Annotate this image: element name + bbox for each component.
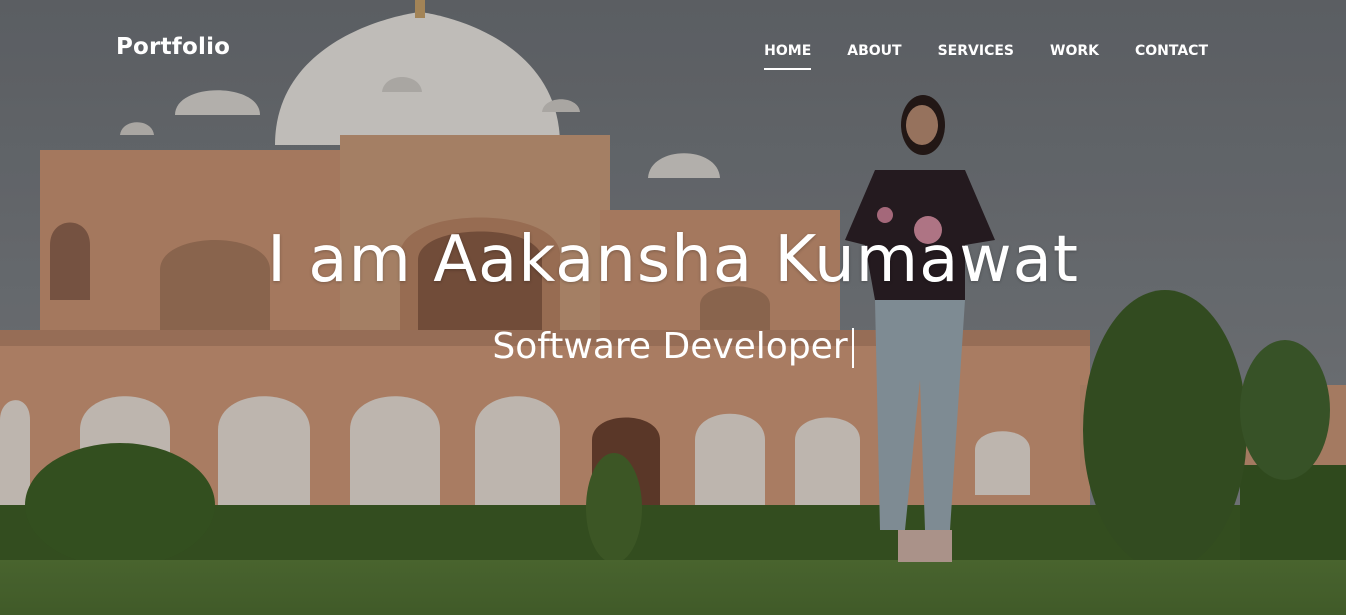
nav-link-about[interactable]: ABOUT xyxy=(847,43,901,69)
nav-link-home[interactable]: HOME xyxy=(764,43,812,70)
navbar: Portfolio HOME ABOUT SERVICES WORK CONTA… xyxy=(0,0,1346,100)
typed-role-text: Software Developer xyxy=(492,325,848,367)
nav-item-home: HOME xyxy=(764,40,812,70)
nav-link-contact[interactable]: CONTACT xyxy=(1135,43,1208,69)
nav-item-work: WORK xyxy=(1050,40,1099,69)
nav-item-contact: CONTACT xyxy=(1135,40,1208,69)
hero-subtitle: Software Developer xyxy=(492,325,854,368)
nav-item-services: SERVICES xyxy=(938,40,1014,69)
nav-menu: HOME ABOUT SERVICES WORK CONTACT xyxy=(764,40,1208,70)
nav-item-about: ABOUT xyxy=(847,40,901,69)
hero-title: I am Aakansha Kumawat xyxy=(267,223,1079,297)
nav-link-services[interactable]: SERVICES xyxy=(938,43,1014,69)
typing-cursor xyxy=(851,327,854,368)
hero-section: Portfolio HOME ABOUT SERVICES WORK CONTA… xyxy=(0,0,1346,615)
nav-link-work[interactable]: WORK xyxy=(1050,43,1099,69)
brand-logo-link[interactable]: Portfolio xyxy=(116,34,230,60)
hero-text-block: I am Aakansha Kumawat Software Developer xyxy=(0,222,1346,368)
